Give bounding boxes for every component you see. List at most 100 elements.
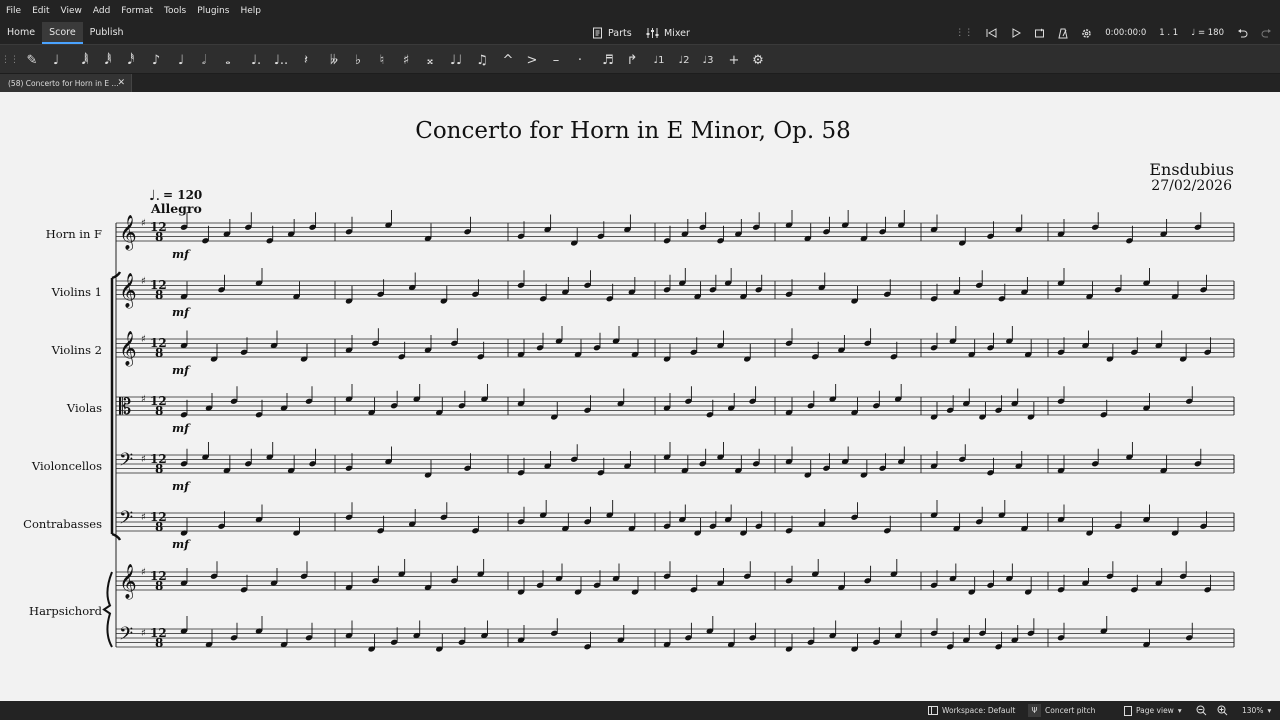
staff: 𝄡 ♯ 128mf <box>116 384 1235 435</box>
concert-pitch-label: Concert pitch <box>1045 706 1096 715</box>
sharp-icon: ♯ <box>141 276 146 287</box>
mixer-icon <box>646 28 659 38</box>
staves: 𝄞 ♯ 128mf𝄞 ♯ 128mf𝄞 ♯ 128mf𝄡 ♯ 128mf𝄢 ♯ 128mf𝄢 ♯ 128… <box>102 210 1235 652</box>
augmentation-dot-icon[interactable]: ♩. <box>246 45 266 75</box>
staccato-icon[interactable]: · <box>570 45 590 75</box>
parts-label: Parts <box>608 27 632 39</box>
mixer-button[interactable]: Mixer <box>646 22 690 44</box>
menu-edit[interactable]: Edit <box>32 6 49 16</box>
score-date: 27/02/2026 <box>1151 178 1232 194</box>
chevron-down-icon: ▾ <box>1177 706 1182 715</box>
document-tab[interactable]: (58) Concerto for Horn in E ... ✕ <box>0 74 132 92</box>
dynamic-mf: mf <box>172 363 191 377</box>
zoom-out-button[interactable] <box>1196 701 1207 720</box>
document-tab-title: (58) Concerto for Horn in E ... <box>8 78 119 88</box>
drag-handle-icon[interactable]: ⋮⋮ <box>955 28 973 38</box>
metronome-icon[interactable] <box>1058 28 1068 39</box>
add-icon[interactable]: + <box>724 45 744 75</box>
score-canvas[interactable]: Concerto for Horn in E Minor, Op. 58 Ens… <box>0 92 1280 701</box>
voice-3-icon[interactable]: ♩3 <box>698 45 718 75</box>
toggle-input-icon[interactable]: ♩ <box>46 45 66 75</box>
staff: 𝄢 ♯ 128mf <box>116 500 1235 551</box>
quarter-note-icon[interactable]: ♩ <box>171 45 191 75</box>
menu-view[interactable]: View <box>61 6 82 16</box>
bass-clef-icon: 𝄢 <box>119 508 133 533</box>
rewind-icon[interactable] <box>986 28 998 38</box>
staff: 𝄞 ♯ 128mf <box>116 210 1235 261</box>
menu-add[interactable]: Add <box>93 6 110 16</box>
score-title: Concerto for Horn in E Minor, Op. 58 <box>415 118 851 144</box>
tuning-fork-icon: Ψ <box>1028 704 1041 717</box>
whole-note-icon[interactable]: 𝅝 <box>218 45 238 75</box>
16th-note-icon[interactable]: 𝅘𝅥𝅰 <box>121 45 141 75</box>
loop-icon[interactable] <box>1034 28 1045 39</box>
instrument-label: Violins 1 <box>51 285 102 299</box>
accent-icon[interactable]: > <box>522 45 542 75</box>
marcato-icon[interactable]: ^ <box>498 45 518 75</box>
play-icon[interactable] <box>1011 28 1022 38</box>
64th-note-icon[interactable]: 𝅘𝅥𝅲 <box>75 45 95 75</box>
slur-icon[interactable]: ♫ <box>472 45 492 75</box>
tempo-value: = 120 <box>163 188 202 202</box>
flip-direction-icon[interactable]: ↱ <box>622 45 642 75</box>
zoom-out-icon <box>1196 705 1207 716</box>
instrument-label: Harpsichord <box>29 604 103 618</box>
parts-button[interactable]: Parts <box>592 22 632 44</box>
natural-icon[interactable]: ♮ <box>372 45 392 75</box>
concert-pitch-toggle[interactable]: Ψ Concert pitch <box>1028 701 1095 720</box>
double-dot-icon[interactable]: ♩.. <box>271 45 291 75</box>
document-tabs: (58) Concerto for Horn in E ... ✕ <box>0 74 1280 92</box>
menu-format[interactable]: Format <box>121 6 153 16</box>
alto-clef-icon: 𝄡 <box>119 395 131 420</box>
tab-home[interactable]: Home <box>0 22 42 44</box>
redo-icon[interactable] <box>1261 28 1272 38</box>
playback-settings-icon[interactable] <box>1081 28 1092 39</box>
menu-plugins[interactable]: Plugins <box>197 6 229 16</box>
dynamic-mf: mf <box>172 421 191 435</box>
toolbar-drag-handle-icon[interactable]: ⋮⋮ <box>0 45 20 75</box>
customize-toolbar-icon[interactable]: ⚙ <box>748 45 768 75</box>
bass-clef-icon: 𝄢 <box>119 450 133 475</box>
view-mode-selector[interactable]: Page view ▾ <box>1124 701 1182 720</box>
staff: 𝄞 ♯ 128mf <box>116 268 1235 319</box>
time-signature-denominator: 8 <box>155 230 163 244</box>
eighth-note-icon[interactable]: ♪ <box>146 45 166 75</box>
tab-publish[interactable]: Publish <box>83 22 131 44</box>
tuplet-icon[interactable]: ♬ <box>598 45 618 75</box>
tab-score[interactable]: Score <box>42 22 83 44</box>
menu-help[interactable]: Help <box>240 6 261 16</box>
menu-file[interactable]: File <box>6 6 21 16</box>
undo-icon[interactable] <box>1237 28 1248 38</box>
sharp-icon[interactable]: ♯ <box>396 45 416 75</box>
zoom-level[interactable]: 130% ▾ <box>1242 701 1271 720</box>
workspace-selector[interactable]: Workspace: Default <box>928 701 1015 720</box>
double-flat-icon[interactable]: 𝄫 <box>324 45 344 75</box>
zoom-in-button[interactable] <box>1217 701 1228 720</box>
tie-icon[interactable]: ♩♩ <box>446 45 466 75</box>
double-sharp-icon[interactable]: 𝄪 <box>420 45 440 75</box>
32nd-note-icon[interactable]: 𝅘𝅥𝅱 <box>98 45 118 75</box>
voice-2-icon[interactable]: ♩2 <box>674 45 694 75</box>
workspace-icon <box>928 706 938 715</box>
time-signature-denominator: 8 <box>155 346 163 360</box>
playback-time: 0:00:00:0 <box>1105 28 1147 38</box>
playback-tempo-value: = 180 <box>1197 28 1224 38</box>
sharp-icon: ♯ <box>141 334 146 345</box>
playback-tempo: ♩ = 180 <box>1191 28 1224 38</box>
status-bar: Workspace: Default Ψ Concert pitch Page … <box>0 701 1280 720</box>
parts-icon <box>593 27 602 39</box>
treble-clef-icon: 𝄞 <box>119 564 137 600</box>
half-note-icon[interactable]: 𝅗𝅥 <box>194 45 214 75</box>
close-icon[interactable]: ✕ <box>117 78 125 88</box>
flat-icon[interactable]: ♭ <box>348 45 368 75</box>
menu-tools[interactable]: Tools <box>164 6 186 16</box>
time-signature-denominator: 8 <box>155 520 163 534</box>
dynamic-mf: mf <box>172 247 191 261</box>
tempo-text[interactable]: Allegro <box>150 201 202 216</box>
tenuto-icon[interactable]: – <box>546 45 566 75</box>
voice-1-icon[interactable]: ♩1 <box>649 45 669 75</box>
input-mode-icon[interactable]: ✎ <box>22 45 42 75</box>
view-mode-label: Page view <box>1136 706 1174 715</box>
rest-icon[interactable]: 𝄽 <box>296 45 316 75</box>
time-signature-denominator: 8 <box>155 636 163 650</box>
